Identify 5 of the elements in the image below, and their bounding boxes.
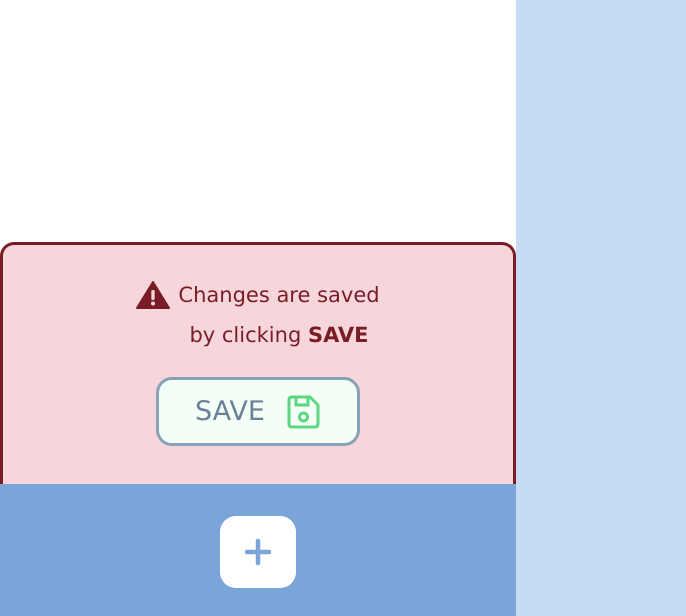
warning-icon [136,281,170,309]
plus-icon [244,538,272,566]
add-button[interactable] [220,516,296,588]
save-button[interactable]: SAVE [156,377,360,446]
notice-message: Changes are saved by clicking SAVE [178,282,380,349]
